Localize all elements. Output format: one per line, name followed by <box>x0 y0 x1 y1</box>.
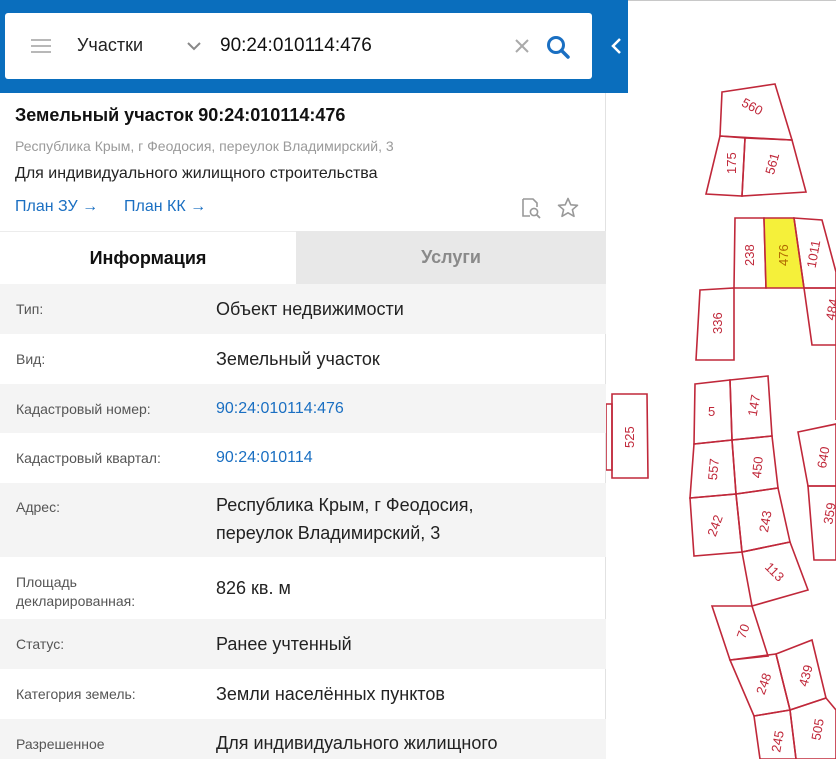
row-value: Земельный участок <box>216 349 380 369</box>
cadastral-number-link[interactable]: 90:24:010114:476 <box>216 395 344 423</box>
label-439: 439 <box>796 663 816 688</box>
tabs: Информация Услуги <box>0 231 606 284</box>
row-area: Площадь декларированная: 826 кв. м <box>0 557 606 619</box>
plan-kk-link[interactable]: План КК → <box>124 198 206 216</box>
row-label-line2: декларированная: <box>16 593 136 609</box>
label-450: 450 <box>749 456 766 479</box>
row-label: Вид: <box>16 351 46 367</box>
parcel-address: Республика Крым, г Феодосия, переулок Вл… <box>15 138 394 154</box>
search-input[interactable] <box>220 31 510 61</box>
row-value: Для индивидуального жилищного <box>216 733 498 753</box>
row-label: Категория земель: <box>16 686 136 702</box>
row-value: 826 кв. м <box>216 578 291 598</box>
document-search-icon[interactable] <box>519 196 543 220</box>
chevron-down-icon[interactable] <box>185 39 203 53</box>
label-557: 557 <box>705 458 722 481</box>
search-icon[interactable] <box>545 34 571 60</box>
search-header: Участки <box>0 0 628 93</box>
chevron-left-icon[interactable] <box>608 34 626 58</box>
label-242: 242 <box>704 513 726 539</box>
label-525: 525 <box>622 426 637 448</box>
search-box: Участки <box>5 13 592 79</box>
row-label: Кадастровый номер: <box>16 401 151 417</box>
row-label: Площадь <box>16 574 77 590</box>
row-address: Адрес: Республика Крым, г Феодосия, пере… <box>0 483 606 557</box>
label-175: 175 <box>724 152 739 174</box>
parcel-left-edge <box>605 403 613 471</box>
parcel-use: Для индивидуального жилищного строительс… <box>15 165 378 182</box>
label-476: 476 <box>776 244 791 266</box>
row-cadastral-number: Кадастровый номер: 90:24:010114:476 <box>0 384 606 433</box>
label-113: 113 <box>762 559 787 584</box>
row-value: Земли населённых пунктов <box>216 684 445 704</box>
row-land-category: Категория земель: Земли населённых пункт… <box>0 669 606 719</box>
parcel-title: Земельный участок 90:24:010114:476 <box>15 105 346 125</box>
label-1011: 1011 <box>804 239 824 269</box>
row-value-line2: переулок Владимирский, 3 <box>216 523 441 543</box>
label-70: 70 <box>734 622 753 641</box>
label-505: 505 <box>808 717 827 741</box>
cadastral-map-app: 560 175 561 238 476 1011 336 484 525 5 1… <box>0 0 836 759</box>
label-245: 245 <box>768 729 787 753</box>
map-top-border <box>628 0 836 1</box>
close-icon[interactable] <box>513 37 531 55</box>
row-kind: Вид: Земельный участок <box>0 334 606 384</box>
tab-services[interactable]: Услуги <box>296 231 606 284</box>
label-147: 147 <box>745 393 764 417</box>
label-238: 238 <box>742 244 757 266</box>
row-permitted-use: Разрешенное Для индивидуального жилищног… <box>0 719 606 759</box>
tab-info[interactable]: Информация <box>0 231 296 284</box>
row-value: Ранее учтенный <box>216 634 352 654</box>
row-status: Статус: Ранее учтенный <box>0 619 606 669</box>
label-5: 5 <box>708 404 715 419</box>
info-panel: Земельный участок 90:24:010114:476 Респу… <box>0 93 606 759</box>
label-484: 484 <box>823 297 836 321</box>
menu-icon[interactable] <box>25 35 55 57</box>
label-243: 243 <box>756 509 775 533</box>
row-value: Объект недвижимости <box>216 299 404 319</box>
row-label: Тип: <box>16 301 44 317</box>
info-table: Тип: Объект недвижимости Вид: Земельный … <box>0 284 606 759</box>
row-label: Статус: <box>16 636 65 652</box>
row-label: Кадастровый квартал: <box>16 450 161 466</box>
row-value: Республика Крым, г Феодосия, <box>216 495 474 515</box>
cadastral-quarter-link[interactable]: 90:24:010114 <box>216 444 313 472</box>
row-label: Разрешенное <box>16 736 105 752</box>
label-248: 248 <box>753 671 775 697</box>
label-560: 560 <box>739 95 765 118</box>
row-label: Адрес: <box>16 499 60 515</box>
row-cadastral-quarter: Кадастровый квартал: 90:24:010114 <box>0 433 606 483</box>
label-561: 561 <box>762 151 782 176</box>
label-640: 640 <box>814 445 833 469</box>
row-type: Тип: Объект недвижимости <box>0 284 606 334</box>
star-icon[interactable] <box>556 196 580 220</box>
label-359: 359 <box>820 501 836 525</box>
category-select[interactable]: Участки <box>77 35 143 56</box>
plan-zu-link[interactable]: План ЗУ → <box>15 198 98 216</box>
label-336: 336 <box>710 312 725 334</box>
